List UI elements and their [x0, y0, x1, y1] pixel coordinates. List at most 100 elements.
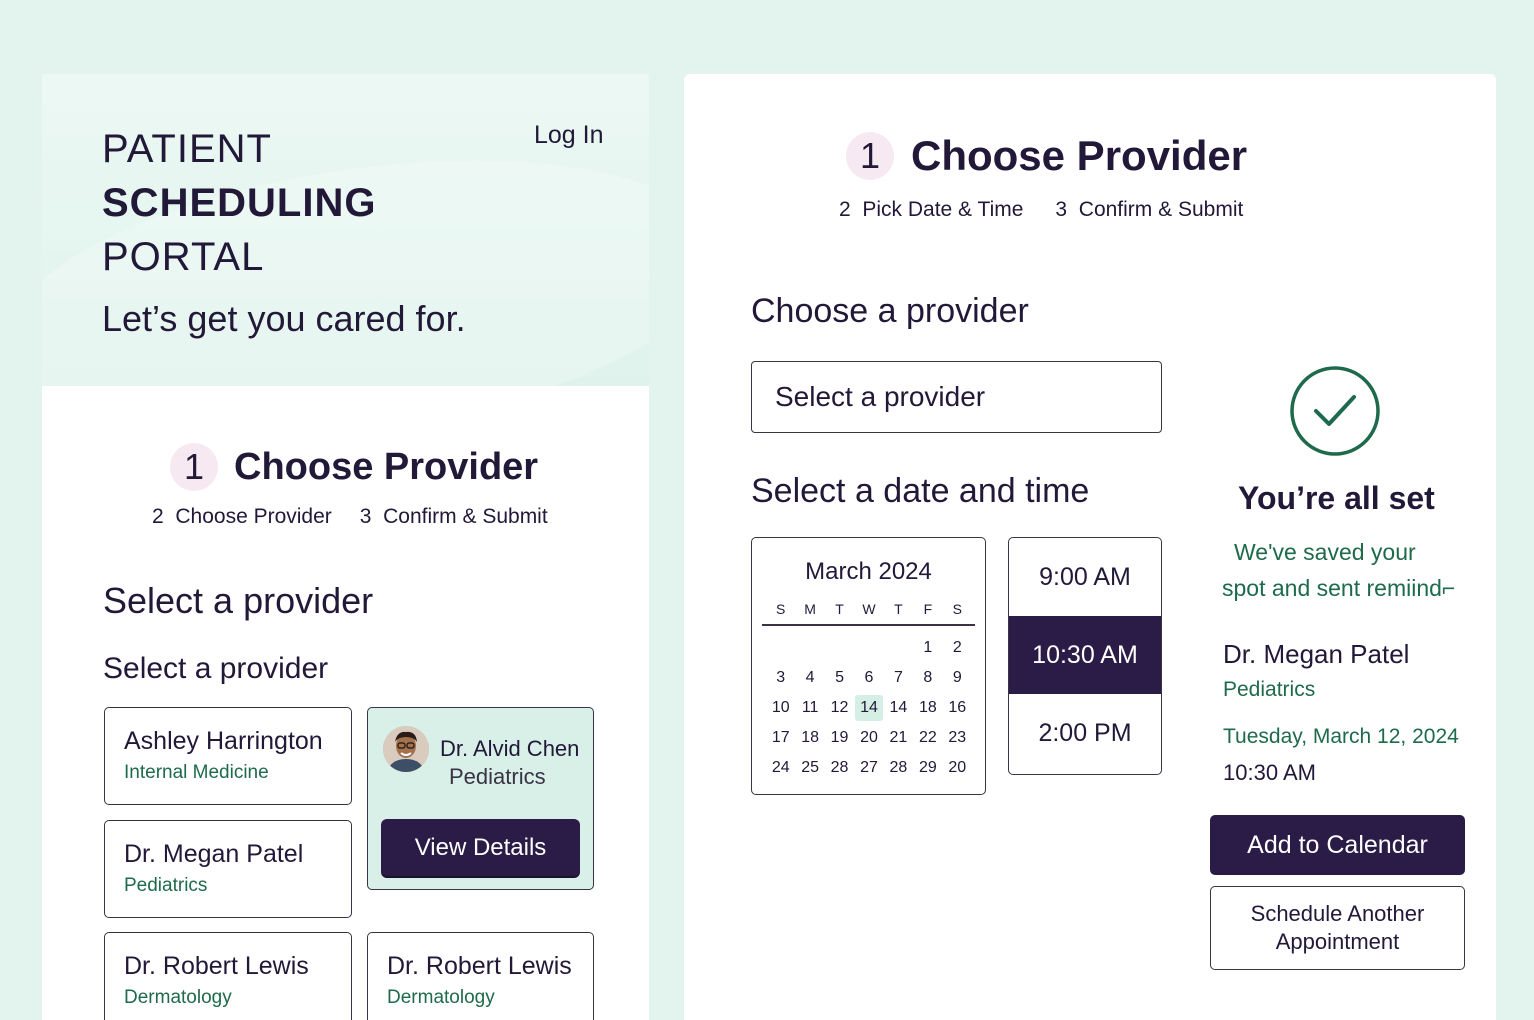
left-panel: PATIENT SCHEDULING PORTAL Log In Let’s g…: [42, 74, 649, 1020]
calendar-month: March 2024: [805, 558, 932, 585]
calendar-day[interactable]: 21: [884, 723, 913, 753]
calendar-day[interactable]: 22: [913, 723, 942, 753]
provider-name: Dr. Robert Lewis: [124, 952, 309, 980]
choose-provider-heading: Choose a provider: [751, 292, 1029, 330]
calendar-weekday: W: [862, 601, 876, 617]
provider-card[interactable]: Ashley Harrington Internal Medicine: [104, 707, 352, 805]
summary-specialty: Pediatrics: [1223, 678, 1316, 701]
calendar-day[interactable]: 3: [766, 663, 795, 693]
step-item-label: Pick Date & Time: [862, 198, 1024, 221]
calendar-day[interactable]: 28: [825, 753, 854, 783]
provider-name: Dr. Robert Lewis: [387, 952, 572, 980]
login-link[interactable]: Log In: [534, 121, 604, 150]
provider-specialty: Dermatology: [124, 987, 232, 1008]
calendar-day[interactable]: 20: [854, 723, 883, 753]
calendar-day[interactable]: 17: [766, 723, 795, 753]
section-heading: Select a provider: [103, 580, 374, 621]
step-list: 2 Pick Date & Time 3 Confirm & Submit: [839, 198, 1243, 222]
calendar-day[interactable]: 25: [795, 753, 824, 783]
calendar-day[interactable]: 19: [825, 723, 854, 753]
step-header: 1 Choose Provider: [170, 442, 538, 492]
tagline: Let’s get you cared for.: [102, 298, 466, 339]
portal-title-line: SCHEDULING: [102, 181, 377, 225]
provider-avatar: [383, 726, 429, 772]
calendar-divider: [762, 624, 975, 626]
calendar-day[interactable]: 27: [854, 753, 883, 783]
calendar-day[interactable]: 14: [855, 695, 883, 721]
provider-name: Ashley Harrington: [124, 727, 323, 755]
date-time-heading: Select a date and time: [751, 472, 1090, 510]
provider-card[interactable]: Dr. Megan Patel Pediatrics: [104, 820, 352, 918]
provider-select[interactable]: Select a provider: [751, 361, 1162, 433]
calendar-day[interactable]: 14: [884, 693, 913, 723]
step-item-number: 3: [1055, 198, 1068, 221]
calendar-weekdays: SMTWTFS: [766, 601, 972, 623]
calendar-weekday: S: [952, 601, 962, 617]
step-item[interactable]: 3 Confirm & Submit: [1055, 198, 1243, 222]
portal-title: PATIENT SCHEDULING PORTAL: [102, 122, 442, 284]
summary-provider: Dr. Megan Patel: [1223, 639, 1410, 669]
step-item-label: Confirm & Submit: [1078, 198, 1244, 221]
add-to-calendar-button[interactable]: Add to Calendar: [1210, 815, 1465, 875]
step-list: 2 Choose Provider 3 Confirm & Submit: [152, 505, 548, 529]
provider-card[interactable]: Dr. Robert Lewis Dermatology: [104, 932, 352, 1020]
calendar-day[interactable]: 5: [825, 663, 854, 693]
provider-specialty: Pediatrics: [124, 875, 208, 896]
featured-provider-card[interactable]: Dr. Alvid Chen Pediatrics View Details: [367, 707, 594, 890]
confirmation-message: We've saved your spot and sent remiind⌐: [1222, 534, 1492, 606]
view-details-button[interactable]: View Details: [381, 819, 580, 876]
step-item-label: Choose Provider: [175, 505, 332, 528]
calendar-day[interactable]: 24: [766, 753, 795, 783]
calendar-day[interactable]: 7: [884, 663, 913, 693]
portal-title-line: PATIENT: [102, 127, 272, 171]
time-slot-list: 9:00 AM 10:30 AM 2:00 PM: [1008, 537, 1162, 775]
summary-date: Tuesday, March 12, 2024: [1223, 725, 1459, 748]
step-header: 1 Choose Provider: [846, 131, 1247, 181]
success-check-icon: [1290, 366, 1380, 456]
calendar-day[interactable]: 18: [795, 723, 824, 753]
calendar-day[interactable]: 11: [795, 693, 824, 723]
calendar-weekday: T: [894, 601, 903, 617]
confirmation-message-line: We've saved your: [1234, 539, 1416, 565]
calendar-weekday: M: [804, 601, 816, 617]
step-number-badge: 1: [170, 443, 218, 491]
step-item-label: Confirm & Submit: [383, 505, 548, 528]
calendar-empty-cell: [825, 633, 854, 663]
calendar-day[interactable]: 1: [913, 633, 942, 663]
calendar-day[interactable]: 18: [913, 693, 942, 723]
calendar-day[interactable]: 2: [943, 633, 972, 663]
calendar-day[interactable]: 4: [795, 663, 824, 693]
time-slot[interactable]: 2:00 PM: [1009, 694, 1161, 772]
calendar-day[interactable]: 10: [766, 693, 795, 723]
calendar-day[interactable]: 29: [913, 753, 942, 783]
calendar-empty-cell: [795, 633, 824, 663]
calendar-day[interactable]: 12: [825, 693, 854, 723]
calendar-day[interactable]: 9: [943, 663, 972, 693]
calendar-weekday: T: [835, 601, 844, 617]
calendar-day[interactable]: 16: [943, 693, 972, 723]
calendar-day[interactable]: 8: [913, 663, 942, 693]
schedule-another-button[interactable]: Schedule Another Appointment: [1210, 886, 1465, 970]
time-slot[interactable]: 9:00 AM: [1009, 538, 1161, 616]
calendar: March 2024 SMTWTFS 1 2 3 4 5 6 7 8 9 10 11 12 14 14 18…: [751, 537, 986, 795]
step-item[interactable]: 2 Choose Provider: [152, 505, 332, 529]
calendar-day[interactable]: 28: [884, 753, 913, 783]
calendar-day[interactable]: 20: [943, 753, 972, 783]
step-title: Choose Provider: [234, 445, 539, 488]
provider-card[interactable]: Dr. Robert Lewis Dermatology: [367, 932, 594, 1020]
step-item[interactable]: 3 Confirm & Submit: [360, 505, 548, 529]
calendar-empty-cell: [766, 633, 795, 663]
portal-title-line: PORTAL: [102, 235, 265, 279]
right-panel: 1 Choose Provider 2 Pick Date & Time 3 C…: [684, 74, 1496, 1020]
calendar-day[interactable]: 23: [943, 723, 972, 753]
confirmation-title: You’re all set: [1238, 480, 1435, 516]
provider-specialty: Internal Medicine: [124, 762, 269, 783]
step-item[interactable]: 2 Pick Date & Time: [839, 198, 1023, 222]
calendar-day[interactable]: 6: [854, 663, 883, 693]
summary-time: 10:30 AM: [1223, 760, 1316, 785]
step-number-badge: 1: [846, 132, 894, 180]
calendar-empty-cell: [854, 633, 883, 663]
calendar-days: 1 2 3 4 5 6 7 8 9 10 11 12 14 14 18 16 17 18 19 20 21 22 23 24 2…: [766, 633, 972, 783]
provider-specialty: Pediatrics: [449, 764, 546, 789]
time-slot[interactable]: 10:30 AM: [1009, 616, 1161, 694]
